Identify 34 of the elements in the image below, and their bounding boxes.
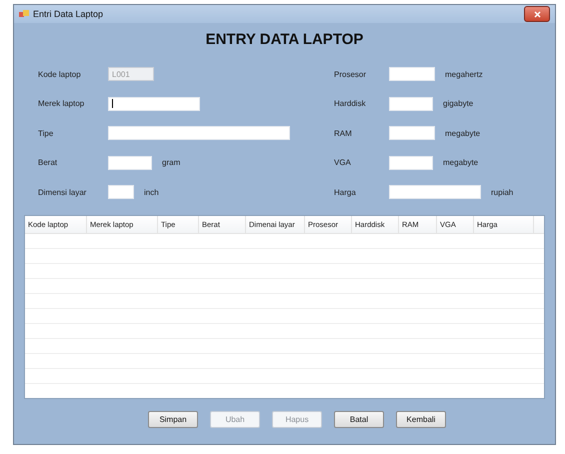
close-button[interactable] xyxy=(524,6,550,22)
unit-label: rupiah xyxy=(491,188,514,196)
input-field[interactable] xyxy=(108,96,200,110)
field-label: Prosesor xyxy=(334,70,368,78)
input-field[interactable] xyxy=(389,156,433,170)
field-label: Merek laptop xyxy=(38,99,86,108)
unit-label: megabyte xyxy=(443,158,478,167)
field-label: Tipe xyxy=(38,128,54,138)
form-heading: ENTRY DATA LAPTOP xyxy=(204,31,364,48)
field-label: VGA xyxy=(334,158,352,167)
input-field[interactable] xyxy=(389,96,433,110)
input-field[interactable] xyxy=(389,185,481,199)
close-icon xyxy=(534,10,540,18)
input-field[interactable] xyxy=(389,67,435,81)
input-field[interactable] xyxy=(108,185,134,199)
form-button[interactable]: Simpan xyxy=(148,411,198,428)
field-label: RAM xyxy=(334,128,353,138)
input-field[interactable] xyxy=(108,156,152,170)
form-button[interactable]: Kembali xyxy=(396,411,446,428)
unit-label: gigabyte xyxy=(443,99,474,108)
unit-label: gram xyxy=(162,158,180,167)
unit-label: inch xyxy=(144,188,159,196)
field-label: Dimensi layar xyxy=(38,188,88,196)
input-field[interactable] xyxy=(389,126,435,140)
app-icon xyxy=(19,9,29,19)
field-label: Kode laptop xyxy=(38,70,82,78)
input-field[interactable] xyxy=(108,126,290,140)
unit-label: megabyte xyxy=(445,128,480,138)
unit-label: megahertz xyxy=(445,70,483,78)
field-label: Berat xyxy=(38,158,58,167)
window-title: Entri Data Laptop xyxy=(33,9,104,19)
field-label: Harga xyxy=(334,188,357,196)
field-label: Harddisk xyxy=(334,99,367,108)
form-button[interactable]: Batal xyxy=(334,411,384,428)
